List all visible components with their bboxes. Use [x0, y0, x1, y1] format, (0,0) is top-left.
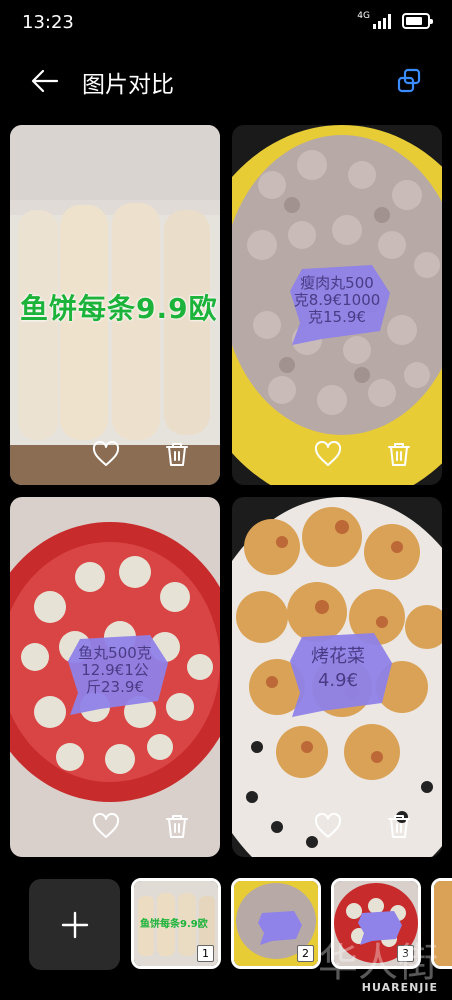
- back-button[interactable]: [28, 64, 62, 98]
- card-actions: [10, 439, 220, 469]
- thumbnail-number: 1: [197, 945, 214, 962]
- arrow-left-icon: [31, 69, 59, 93]
- plus-icon: [61, 911, 88, 938]
- thumbnail-number: 2: [297, 945, 314, 962]
- image-card-1[interactable]: 鱼饼每条9.9欧: [10, 125, 220, 485]
- copy-icon: [397, 68, 421, 93]
- tag-line: 4.9€: [317, 670, 359, 691]
- price-tag: 烤花菜 4.9€: [282, 631, 394, 717]
- heart-icon: [92, 441, 120, 466]
- favorite-button[interactable]: [90, 439, 122, 469]
- trash-icon: [166, 815, 188, 838]
- battery-icon: [402, 13, 433, 29]
- tag-line: 12.9€1公: [81, 661, 149, 679]
- tag-line: 克8.9€1000: [293, 291, 381, 309]
- price-tag: 瘦肉丸500 克8.9€1000 克15.9€: [282, 263, 392, 345]
- image-card-2[interactable]: 瘦肉丸500 克8.9€1000 克15.9€: [232, 125, 442, 485]
- delete-button[interactable]: [384, 439, 414, 469]
- compare-layout-button[interactable]: [392, 64, 426, 98]
- status-icons: 4G: [357, 11, 433, 29]
- status-bar: 13:23 4G: [0, 0, 452, 48]
- app-bar: 图片对比: [0, 56, 452, 106]
- image-card-4[interactable]: 烤花菜 4.9€: [232, 497, 442, 857]
- tag-line: 烤花菜: [311, 646, 365, 667]
- fish-cake-price-text: 鱼饼每条9.9欧: [20, 292, 218, 325]
- watermark-logo: 华人街: [318, 940, 438, 986]
- heart-icon: [314, 441, 342, 466]
- signal-icon: [373, 14, 391, 29]
- thumbnail-label: 鱼饼每条9.9欧: [140, 919, 208, 930]
- tag-line: 瘦肉丸500: [300, 274, 374, 292]
- favorite-button[interactable]: [90, 811, 122, 841]
- trash-icon: [388, 443, 410, 466]
- status-time: 13:23: [22, 12, 74, 33]
- tag-line: 克15.9€: [308, 308, 366, 326]
- heart-icon: [92, 813, 120, 838]
- heart-icon: [314, 813, 342, 838]
- trash-icon: [166, 443, 188, 466]
- delete-button[interactable]: [162, 811, 192, 841]
- tag-line: 斤23.9€: [86, 678, 144, 696]
- tag-line: 鱼丸500克: [78, 644, 152, 662]
- network-type: 4G: [357, 11, 370, 21]
- delete-button[interactable]: [162, 439, 192, 469]
- add-image-button[interactable]: [29, 879, 120, 970]
- price-tag: 鱼丸500克 12.9€1公 斤23.9€: [60, 633, 170, 715]
- trash-icon: [388, 815, 410, 838]
- favorite-button[interactable]: [312, 811, 344, 841]
- watermark-text: HUARENJIE: [361, 981, 438, 994]
- card-actions: [232, 439, 442, 469]
- battery-fill: [406, 17, 423, 25]
- image-card-3[interactable]: 鱼丸500克 12.9€1公 斤23.9€: [10, 497, 220, 857]
- page-title: 图片对比: [82, 72, 174, 98]
- favorite-button[interactable]: [312, 439, 344, 469]
- thumbnail-2[interactable]: 2: [231, 878, 321, 969]
- card-actions: [10, 811, 220, 841]
- card-actions: [232, 811, 442, 841]
- thumbnail-1[interactable]: 鱼饼每条9.9欧 1: [131, 878, 221, 969]
- delete-button[interactable]: [384, 811, 414, 841]
